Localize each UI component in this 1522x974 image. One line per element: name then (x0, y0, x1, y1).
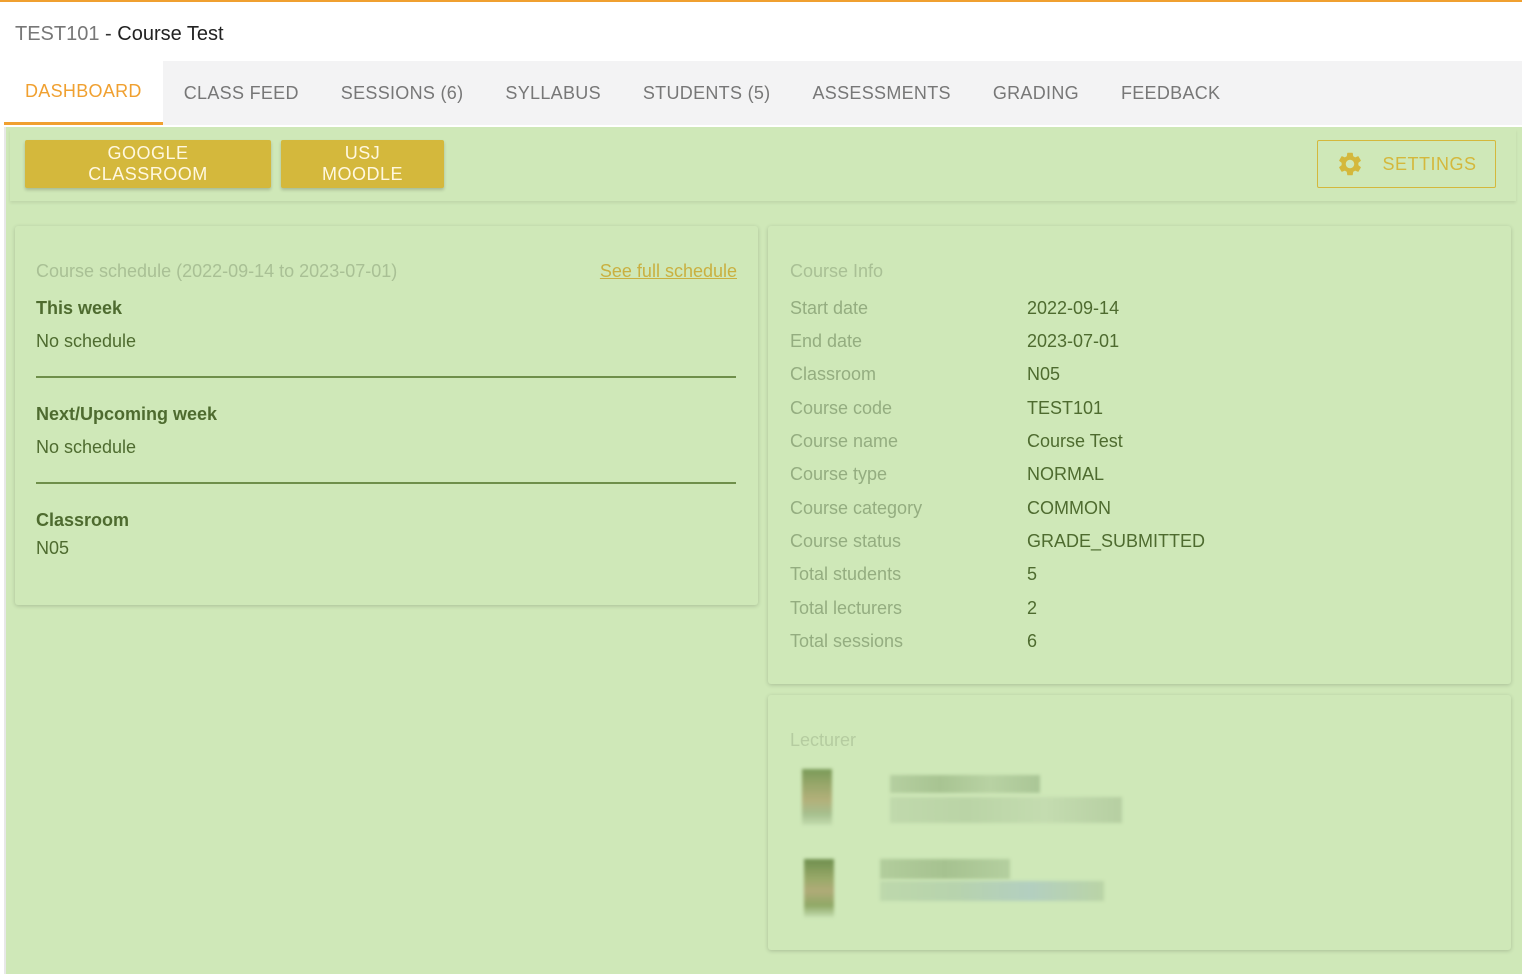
info-label: Start date (790, 298, 869, 318)
info-value: COMMON (1027, 498, 1111, 518)
lecturer-name-redacted (880, 859, 1010, 879)
info-row-course-status: Course status GRADE_SUBMITTED (790, 531, 1205, 555)
top-accent-border (0, 0, 1522, 2)
info-value: GRADE_SUBMITTED (1027, 531, 1206, 551)
info-row-total-students: Total students 5 (790, 564, 1037, 588)
page-title: TEST101 - Course Test (15, 20, 224, 48)
tab-feedback[interactable]: FEEDBACK (1100, 61, 1241, 125)
info-value: 2 (1027, 598, 1038, 618)
next-week-value: No schedule (36, 437, 137, 457)
lecturer-item[interactable] (790, 855, 1130, 919)
divider (36, 376, 736, 378)
tab-bar: DASHBOARD CLASS FEED SESSIONS (6) SYLLAB… (4, 61, 1522, 125)
info-row-start-date: Start date 2022-09-14 (790, 298, 1119, 322)
lecturer-name-redacted (890, 775, 1040, 793)
info-label: Total students (790, 564, 902, 584)
course-schedule-card: Course schedule (2022-09-14 to 2023-07-0… (15, 226, 758, 605)
info-row-total-sessions: Total sessions 6 (790, 631, 1037, 655)
gear-icon (1339, 152, 1362, 176)
info-value: NORMAL (1027, 464, 1105, 484)
schedule-title: Course schedule (2022-09-14 to 2023-07-0… (36, 261, 398, 281)
info-label: Course status (790, 531, 902, 551)
tab-assessments[interactable]: ASSESSMENTS (791, 61, 971, 125)
info-value: N05 (1027, 364, 1061, 384)
see-full-schedule-link[interactable]: See full schedule (600, 261, 737, 282)
info-value: 6 (1027, 631, 1038, 651)
info-row-course-name: Course name Course Test (790, 431, 1123, 455)
lecturer-card: Lecturer (768, 695, 1511, 950)
tab-syllabus[interactable]: SYLLABUS (484, 61, 621, 125)
classroom-label: Classroom (36, 510, 130, 530)
info-label: Total sessions (790, 631, 904, 651)
title-separator: - (99, 23, 118, 45)
info-row-classroom: Classroom N05 (790, 364, 1060, 388)
info-row-total-lecturers: Total lecturers 2 (790, 598, 1037, 622)
toolbar: GOOGLE CLASSROOM USJ MOODLE SETTINGS (10, 129, 1516, 201)
info-value: Course Test (1027, 431, 1123, 451)
info-row-course-type: Course type NORMAL (790, 464, 1104, 488)
info-value: 2022-09-14 (1027, 298, 1120, 318)
info-label: Course type (790, 464, 888, 484)
lecturer-title: Lecturer (790, 730, 857, 750)
tab-grading[interactable]: GRADING (972, 61, 1100, 125)
avatar (804, 859, 834, 917)
info-label: Classroom (790, 364, 877, 384)
divider (36, 482, 736, 484)
info-label: Course category (790, 498, 923, 518)
course-info-title: Course Info (790, 261, 884, 281)
dashboard-content: GOOGLE CLASSROOM USJ MOODLE SETTINGS Cou… (4, 127, 1522, 974)
info-row-course-category: Course category COMMON (790, 498, 1111, 522)
info-label: End date (790, 331, 863, 351)
info-value: 2023-07-01 (1027, 331, 1120, 351)
course-code-title: TEST101 (15, 23, 100, 45)
course-name-title: Course Test (117, 23, 224, 45)
tab-students[interactable]: STUDENTS (5) (622, 61, 792, 125)
settings-button[interactable]: SETTINGS (1317, 140, 1496, 188)
tab-sessions[interactable]: SESSIONS (6) (320, 61, 485, 125)
info-label: Course name (790, 431, 899, 451)
course-info-card: Course Info Start date 2022-09-14 End da… (768, 226, 1511, 684)
info-value: 5 (1027, 564, 1038, 584)
google-classroom-button[interactable]: GOOGLE CLASSROOM (25, 140, 271, 188)
info-row-end-date: End date 2023-07-01 (790, 331, 1119, 355)
info-label: Course code (790, 398, 893, 418)
tab-dashboard[interactable]: DASHBOARD (4, 61, 163, 125)
info-value: TEST101 (1027, 398, 1104, 418)
usj-moodle-button[interactable]: USJ MOODLE (281, 140, 444, 188)
lecturer-email-redacted (890, 797, 1122, 823)
lecturer-item[interactable] (790, 765, 1130, 829)
this-week-value: No schedule (36, 331, 137, 351)
avatar (802, 769, 832, 825)
tab-class-feed[interactable]: CLASS FEED (163, 61, 320, 125)
this-week-label: This week (36, 298, 123, 318)
settings-label: SETTINGS (1382, 153, 1477, 174)
info-label: Total lecturers (790, 598, 903, 618)
info-row-course-code: Course code TEST101 (790, 398, 1103, 422)
next-week-label: Next/Upcoming week (36, 404, 218, 424)
classroom-value: N05 (36, 538, 70, 558)
lecturer-email-redacted (880, 881, 1104, 901)
